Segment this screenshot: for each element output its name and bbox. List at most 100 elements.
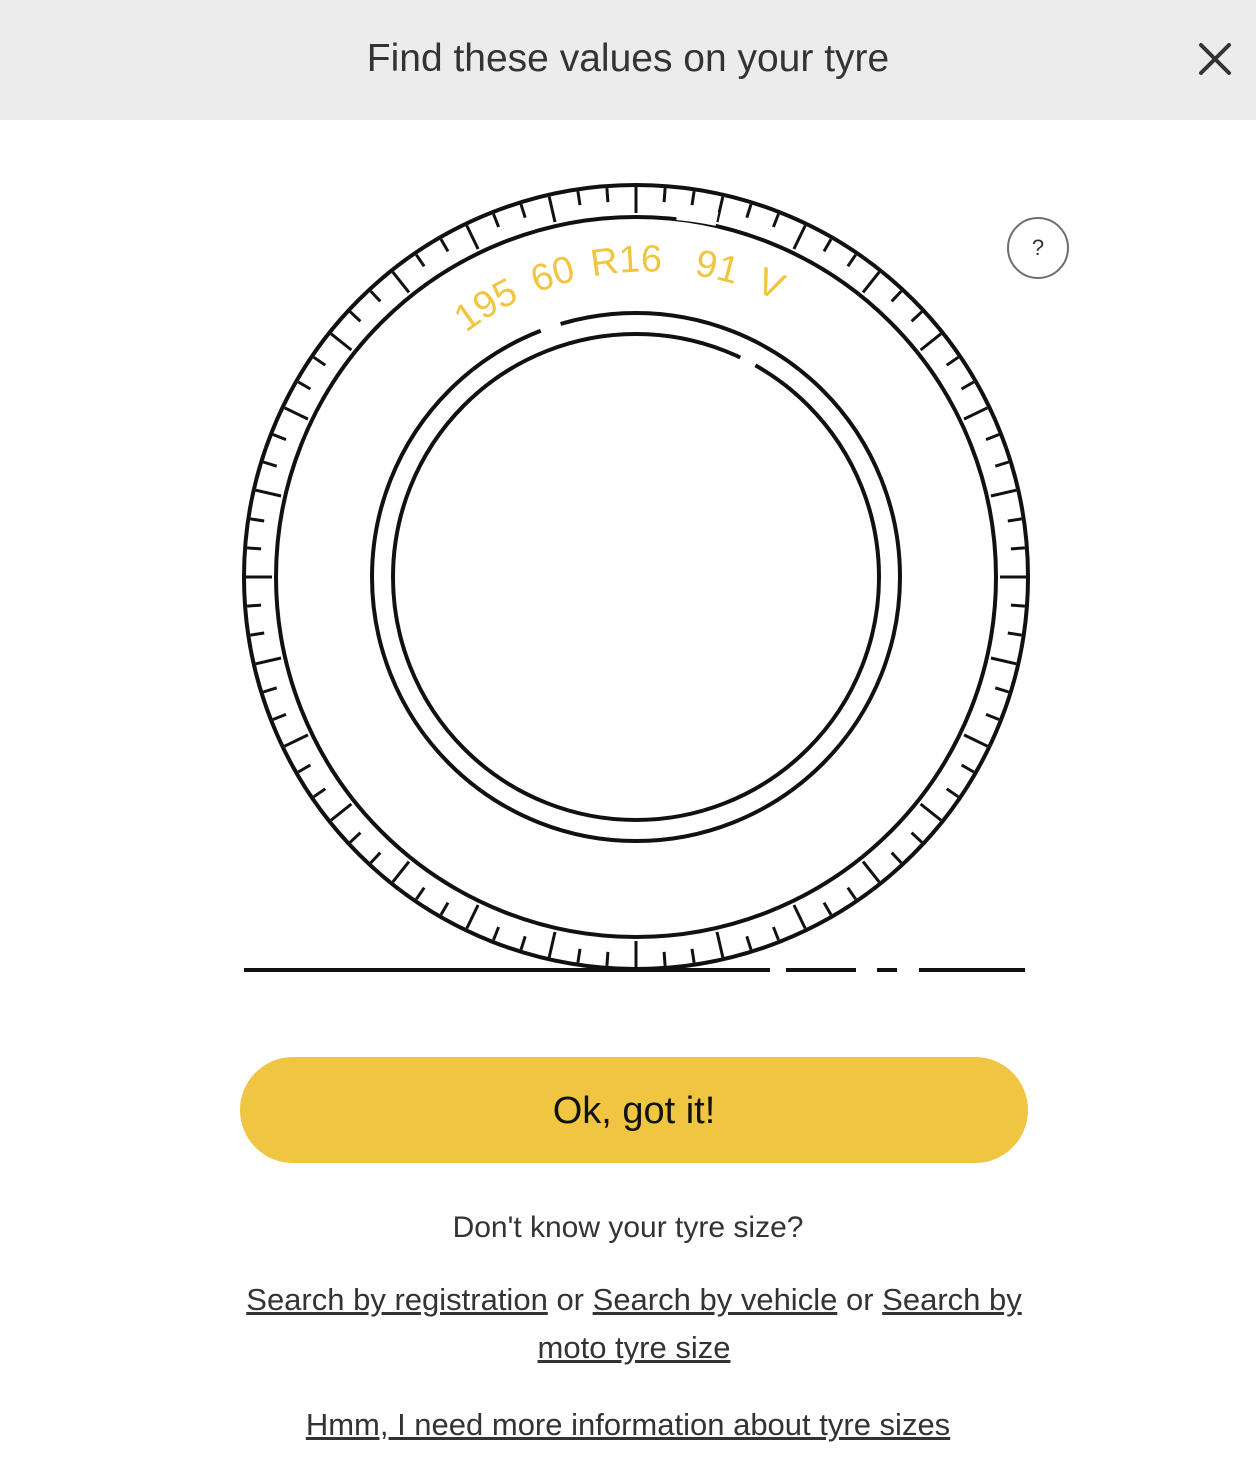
tyre-diagram: 19560 R16 91 V	[242, 183, 1030, 972]
search-by-registration-link[interactable]: Search by registration	[246, 1282, 548, 1317]
tread-tick	[272, 713, 287, 721]
tread-tick	[605, 187, 610, 203]
tread-tick	[255, 656, 282, 666]
dont-know-size-text: Don't know your tyre size?	[452, 1211, 804, 1244]
tread-tick	[792, 904, 807, 930]
tread-tick	[1010, 603, 1026, 608]
tread-tick	[255, 488, 282, 498]
tread-tick	[439, 901, 450, 916]
tread-tick	[519, 203, 527, 219]
tread-tick	[519, 935, 527, 951]
tread-tick	[994, 460, 1010, 468]
tread-tick	[861, 271, 881, 294]
help-button[interactable]: ?	[1007, 217, 1069, 279]
tread-tick	[910, 831, 923, 844]
tread-tick	[246, 603, 262, 608]
tread-tick	[349, 310, 362, 323]
search-by-vehicle-link[interactable]: Search by vehicle	[593, 1282, 838, 1317]
tyre-sidewall-line	[274, 215, 998, 939]
tread-tick	[246, 546, 262, 551]
tread-tick	[312, 787, 327, 798]
tread-tick	[369, 290, 382, 303]
tread-tick	[890, 290, 903, 303]
tread-tick	[492, 213, 500, 228]
tread-tick	[822, 238, 833, 253]
tread-tick	[349, 831, 362, 844]
tread-tick	[547, 931, 557, 958]
tyre-size-code: 19560 R16 91 V	[447, 238, 791, 340]
search-options: Search by registration or Search by vehi…	[228, 1276, 1040, 1372]
tyre-bead-line	[370, 311, 902, 843]
tread-tick	[283, 733, 309, 748]
tread-tick	[391, 271, 411, 294]
tread-tick	[576, 191, 582, 206]
tread-tick	[715, 931, 725, 958]
or-text: or	[556, 1282, 585, 1317]
tread-tick	[250, 631, 265, 637]
tread-tick	[330, 802, 353, 822]
tread-tick	[330, 332, 353, 352]
ok-got-it-button[interactable]: Ok, got it!	[240, 1057, 1028, 1163]
tread-tick	[1010, 546, 1026, 551]
tread-tick	[262, 686, 278, 694]
tread-tick	[994, 686, 1010, 694]
or-text: or	[845, 1282, 874, 1317]
tread-tick	[919, 802, 942, 822]
tyre-tread-ticks	[246, 187, 1026, 967]
tread-tick	[369, 851, 382, 864]
tread-tick	[890, 851, 903, 864]
tyre-speed-rating-value: V	[750, 260, 790, 309]
tread-tick	[846, 253, 857, 268]
tyre-load-index-value: 91	[692, 242, 743, 292]
tread-tick	[715, 196, 725, 223]
tread-tick	[547, 196, 557, 223]
rim-circle	[391, 332, 881, 822]
tread-tick	[745, 203, 753, 219]
tread-tick	[272, 433, 287, 441]
tread-tick	[262, 460, 278, 468]
tread-tick	[963, 406, 989, 421]
tread-tick	[919, 332, 942, 352]
tread-tick	[312, 356, 327, 367]
tread-tick	[910, 310, 923, 323]
tread-tick	[605, 951, 610, 967]
tread-tick	[822, 901, 833, 916]
tread-tick	[960, 763, 975, 774]
tread-tick	[439, 238, 450, 253]
tread-tick	[945, 787, 960, 798]
tyre-aspect-ratio-value: 60	[525, 248, 579, 301]
tread-tick	[861, 860, 881, 883]
tread-tick	[662, 187, 667, 203]
tyre-width-value: 195	[447, 271, 524, 341]
tread-tick	[576, 948, 582, 963]
tread-tick	[1007, 631, 1022, 637]
tread-tick	[985, 713, 1000, 721]
tread-tick	[1007, 517, 1022, 523]
tread-tick	[745, 935, 753, 951]
more-info-row: Hmm, I need more information about tyre …	[0, 1403, 1256, 1447]
tyre-rim-value: R16	[588, 238, 662, 285]
tread-tick	[690, 191, 696, 206]
tread-tick	[415, 886, 426, 901]
tread-tick	[297, 380, 312, 391]
tyre-outer-edge	[242, 183, 1030, 971]
tread-tick	[250, 517, 265, 523]
tread-tick	[772, 926, 780, 941]
tread-tick	[465, 224, 480, 250]
tread-tick	[990, 488, 1017, 498]
tread-tick	[990, 656, 1017, 666]
tread-tick	[297, 763, 312, 774]
tread-tick	[945, 356, 960, 367]
tread-tick	[391, 860, 411, 883]
tread-tick	[492, 926, 500, 941]
tread-tick	[772, 213, 780, 228]
tread-tick	[846, 886, 857, 901]
tread-tick	[960, 380, 975, 391]
tread-tick	[792, 224, 807, 250]
tread-tick	[985, 433, 1000, 441]
tread-tick	[662, 951, 667, 967]
more-information-link[interactable]: Hmm, I need more information about tyre …	[306, 1407, 950, 1442]
tread-tick	[465, 904, 480, 930]
tread-tick	[283, 406, 309, 421]
tread-tick	[690, 948, 696, 963]
